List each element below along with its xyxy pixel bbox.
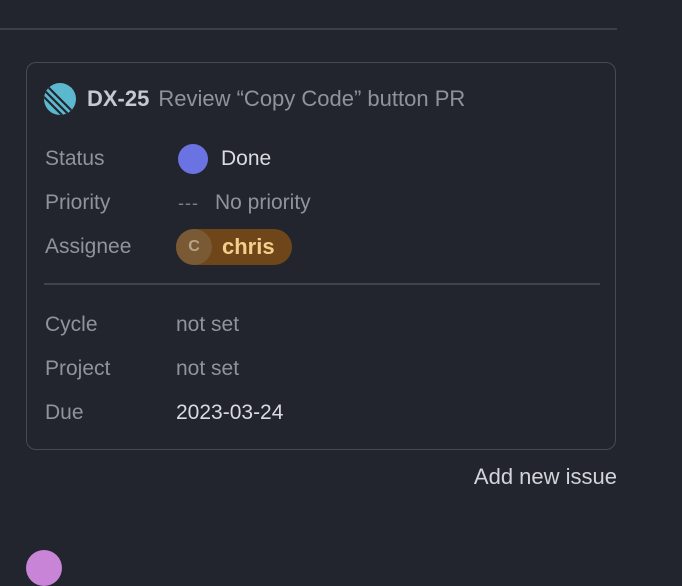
- project-value[interactable]: not set: [176, 357, 239, 381]
- due-row[interactable]: Due 2023-03-24: [45, 397, 283, 429]
- issue-id: DX-25: [87, 86, 150, 111]
- due-label: Due: [45, 401, 84, 424]
- status-row[interactable]: Status Done: [45, 143, 271, 175]
- cycle-label: Cycle: [45, 313, 98, 336]
- status-text: Done: [221, 147, 272, 170]
- assignee-row[interactable]: Assignee C chris: [45, 229, 292, 265]
- cycle-value[interactable]: not set: [176, 313, 239, 337]
- assignee-label: Assignee: [45, 235, 132, 258]
- issue-header[interactable]: DX-25 Review “Copy Code” button PR: [44, 83, 465, 115]
- due-date-value[interactable]: 2023-03-24: [176, 401, 283, 425]
- assignee-name: chris: [222, 234, 275, 259]
- avatar: [26, 550, 62, 586]
- priority-value[interactable]: --- No priority: [176, 191, 311, 215]
- avatar: C: [176, 229, 212, 265]
- no-priority-icon: ---: [178, 192, 199, 213]
- issue-title: Review “Copy Code” button PR: [158, 86, 466, 111]
- project-label: Project: [45, 357, 111, 380]
- priority-row[interactable]: Priority --- No priority: [45, 187, 311, 219]
- status-label: Status: [45, 147, 105, 170]
- cycle-row[interactable]: Cycle not set: [45, 309, 239, 341]
- add-new-issue-button[interactable]: Add new issue: [474, 464, 617, 490]
- priority-label: Priority: [45, 191, 111, 214]
- status-value[interactable]: Done: [176, 144, 271, 174]
- top-divider: [0, 28, 617, 30]
- section-divider: [44, 283, 600, 285]
- status-done-icon: [178, 144, 208, 174]
- priority-text: No priority: [214, 191, 311, 214]
- project-row[interactable]: Project not set: [45, 353, 239, 385]
- linear-team-icon: [44, 83, 76, 115]
- assignee-pill[interactable]: C chris: [176, 229, 292, 265]
- issue-card[interactable]: DX-25 Review “Copy Code” button PR Statu…: [26, 62, 616, 450]
